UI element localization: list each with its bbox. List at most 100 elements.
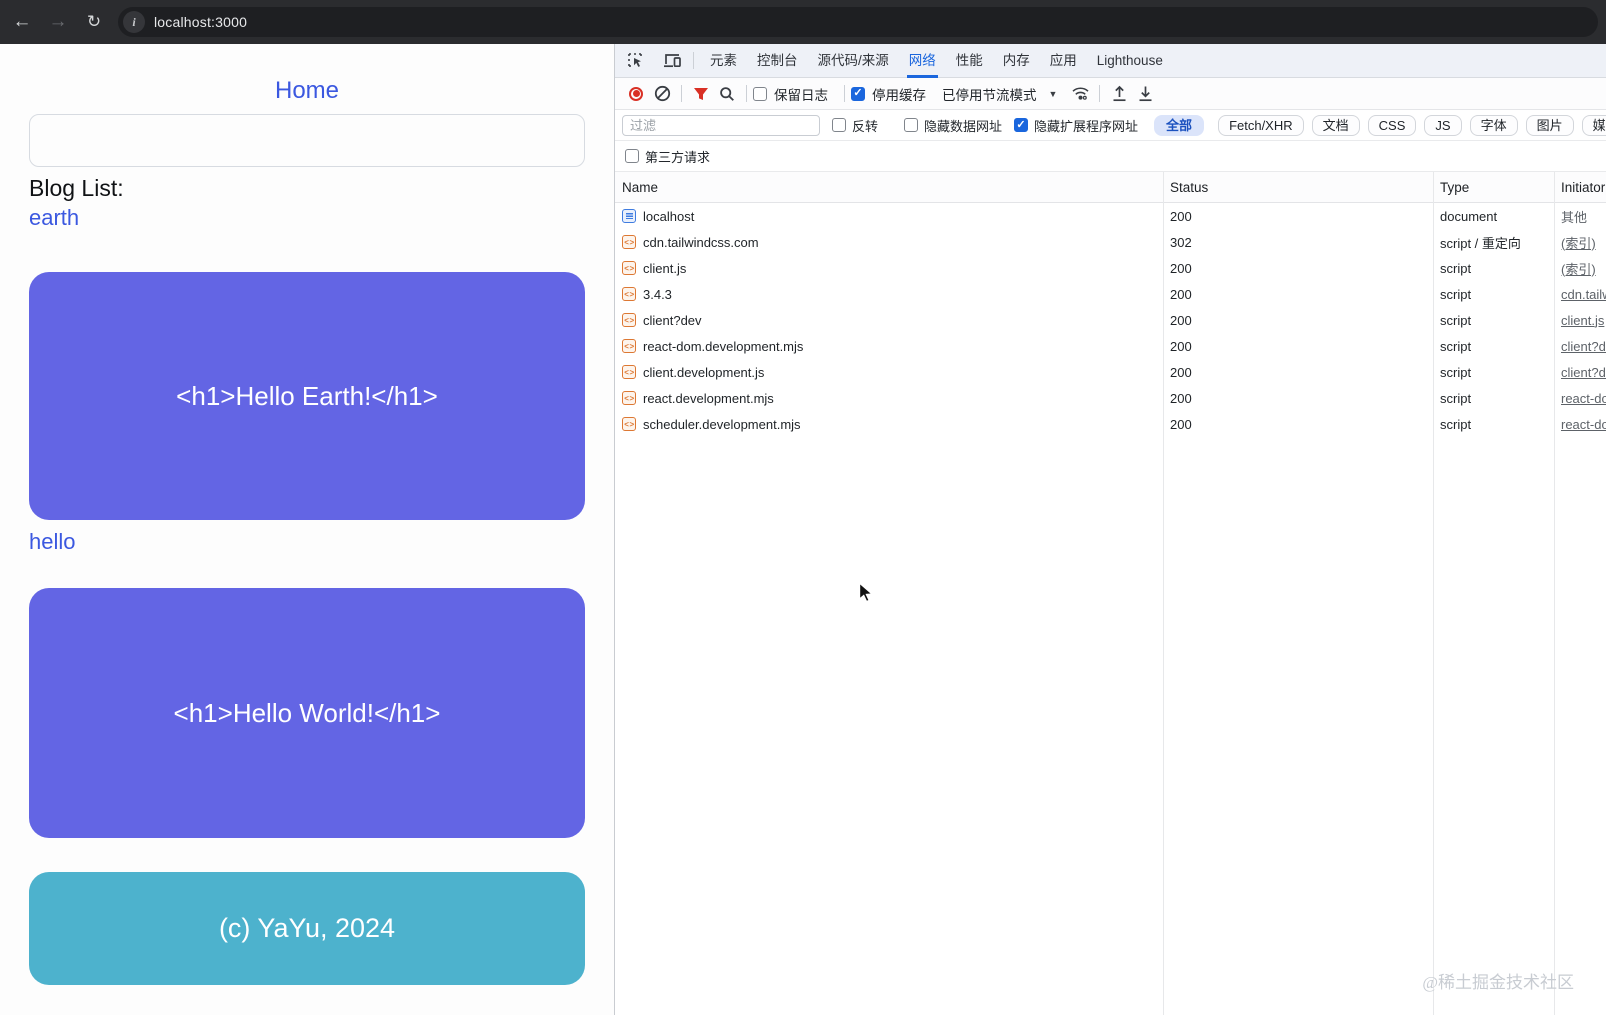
- third-party-checkbox[interactable]: [625, 149, 639, 163]
- divider: [746, 85, 747, 102]
- request-type: script: [1433, 339, 1554, 354]
- hide-extension-urls-checkbox[interactable]: ✓: [1014, 118, 1028, 132]
- request-initiator[interactable]: client?dev: [1554, 339, 1606, 354]
- third-party-row: 第三方请求: [615, 141, 1606, 172]
- request-type: script / 重定向: [1433, 233, 1554, 252]
- column-divider[interactable]: [1163, 172, 1164, 1015]
- inspect-element-icon[interactable]: [621, 48, 651, 74]
- tab-performance[interactable]: 性能: [946, 44, 993, 78]
- request-initiator[interactable]: cdn.tailwindcss.com: [1554, 287, 1606, 302]
- request-status: 200: [1163, 261, 1433, 276]
- footer-card-text: (c) YaYu, 2024: [219, 913, 395, 944]
- column-divider[interactable]: [1433, 172, 1434, 1015]
- request-name[interactable]: localhost: [643, 209, 694, 224]
- file-type-icon: < >: [622, 417, 636, 431]
- network-request-row[interactable]: < >3.4.3 200 script cdn.tailwindcss.com: [615, 281, 1606, 307]
- invert-label: 反转: [852, 116, 878, 135]
- network-request-row[interactable]: < >react-dom.development.mjs 200 script …: [615, 333, 1606, 359]
- network-conditions-icon[interactable]: [1067, 81, 1093, 107]
- invert-checkbox[interactable]: [832, 118, 846, 132]
- divider: [693, 52, 694, 69]
- site-info-icon[interactable]: i: [123, 11, 145, 33]
- filter-type-js[interactable]: JS: [1424, 115, 1461, 136]
- request-type: script: [1433, 365, 1554, 380]
- request-initiator[interactable]: client?dev: [1554, 365, 1606, 380]
- network-request-row[interactable]: < >react.development.mjs 200 script reac…: [615, 385, 1606, 411]
- tab-sources[interactable]: 源代码/来源: [808, 44, 899, 78]
- filter-type-all[interactable]: 全部: [1154, 115, 1204, 136]
- file-type-icon: < >: [622, 235, 636, 249]
- network-request-row[interactable]: < >scheduler.development.mjs 200 script …: [615, 411, 1606, 437]
- divider: [681, 85, 682, 102]
- tab-lighthouse[interactable]: Lighthouse: [1087, 44, 1173, 78]
- earth-card: <h1>Hello Earth!</h1>: [29, 272, 585, 520]
- network-request-row[interactable]: < >client?dev 200 script client.js: [615, 307, 1606, 333]
- filter-icon[interactable]: [688, 81, 714, 107]
- request-status: 200: [1163, 391, 1433, 406]
- tab-network[interactable]: 网络: [899, 44, 946, 78]
- disable-cache-label: 停用缓存: [872, 84, 926, 104]
- tab-memory[interactable]: 内存: [993, 44, 1040, 78]
- filter-type-fetch-xhr[interactable]: Fetch/XHR: [1218, 115, 1304, 136]
- tab-elements[interactable]: 元素: [700, 44, 747, 78]
- search-icon[interactable]: [714, 81, 740, 107]
- address-bar[interactable]: i localhost:3000: [118, 7, 1598, 37]
- filter-type-doc[interactable]: 文档: [1312, 115, 1360, 136]
- filter-type-media[interactable]: 媒体: [1582, 115, 1606, 136]
- tab-console[interactable]: 控制台: [747, 44, 808, 78]
- chevron-down-icon[interactable]: ▼: [1049, 89, 1058, 99]
- earth-card-text: <h1>Hello Earth!</h1>: [176, 381, 438, 412]
- back-icon[interactable]: ←: [8, 8, 36, 36]
- network-request-row[interactable]: localhost 200 document 其他: [615, 203, 1606, 229]
- filter-type-font[interactable]: 字体: [1470, 115, 1518, 136]
- tab-application[interactable]: 应用: [1040, 44, 1087, 78]
- request-name[interactable]: 3.4.3: [643, 287, 672, 302]
- filter-input[interactable]: [622, 115, 820, 136]
- request-initiator[interactable]: (索引): [1554, 233, 1606, 252]
- clear-network-log-icon[interactable]: [649, 81, 675, 107]
- request-name[interactable]: client.js: [643, 261, 686, 276]
- hello-link[interactable]: hello: [29, 527, 75, 556]
- record-network-log-icon[interactable]: [623, 81, 649, 107]
- export-har-icon[interactable]: [1132, 81, 1158, 107]
- earth-link[interactable]: earth: [29, 203, 79, 232]
- column-name[interactable]: Name: [615, 180, 1163, 195]
- url-text[interactable]: localhost:3000: [154, 14, 247, 30]
- column-divider[interactable]: [1554, 172, 1555, 1015]
- network-request-row[interactable]: < >client.development.js 200 script clie…: [615, 359, 1606, 385]
- blog-input[interactable]: [29, 114, 585, 167]
- table-header: Name Status Type Initiator: [615, 172, 1606, 203]
- screen: ← → ↻ i localhost:3000 Home Blog List: e…: [0, 0, 1606, 1015]
- table-rows: localhost 200 document 其他 < > cdn.tailwin…: [615, 203, 1606, 437]
- request-initiator[interactable]: react-dom.development.mjs: [1554, 391, 1606, 406]
- request-type: script: [1433, 261, 1554, 276]
- request-name[interactable]: cdn.tailwindcss.com: [643, 235, 759, 250]
- request-initiator[interactable]: react-dom.development.mjs: [1554, 417, 1606, 432]
- request-initiator[interactable]: 其他: [1554, 207, 1606, 226]
- request-name[interactable]: react-dom.development.mjs: [643, 339, 803, 354]
- column-status[interactable]: Status: [1163, 180, 1433, 195]
- file-type-icon: < >: [622, 287, 636, 301]
- request-initiator[interactable]: client.js: [1554, 313, 1606, 328]
- request-initiator[interactable]: (索引): [1554, 259, 1606, 278]
- preserve-log-checkbox[interactable]: [753, 87, 767, 101]
- column-initiator[interactable]: Initiator: [1554, 180, 1606, 195]
- filter-type-css[interactable]: CSS: [1368, 115, 1417, 136]
- network-request-row[interactable]: < >cdn.tailwindcss.com 302 script / 重定向 …: [615, 229, 1606, 255]
- request-name[interactable]: client.development.js: [643, 365, 764, 380]
- device-toolbar-icon[interactable]: [657, 48, 687, 74]
- home-link[interactable]: Home: [29, 76, 585, 106]
- forward-icon[interactable]: →: [44, 8, 72, 36]
- import-har-icon[interactable]: [1106, 81, 1132, 107]
- disable-cache-checkbox[interactable]: ✓: [851, 87, 865, 101]
- reload-icon[interactable]: ↻: [80, 8, 108, 36]
- request-name[interactable]: react.development.mjs: [643, 391, 774, 406]
- hide-data-urls-checkbox[interactable]: [904, 118, 918, 132]
- column-type[interactable]: Type: [1433, 180, 1554, 195]
- network-request-row[interactable]: < >client.js 200 script (索引): [615, 255, 1606, 281]
- request-name[interactable]: client?dev: [643, 313, 702, 328]
- request-name[interactable]: scheduler.development.mjs: [643, 417, 801, 432]
- throttling-select[interactable]: 已停用节流模式: [942, 84, 1037, 104]
- watermark: @稀土掘金技术社区: [1422, 968, 1574, 993]
- filter-type-img[interactable]: 图片: [1526, 115, 1574, 136]
